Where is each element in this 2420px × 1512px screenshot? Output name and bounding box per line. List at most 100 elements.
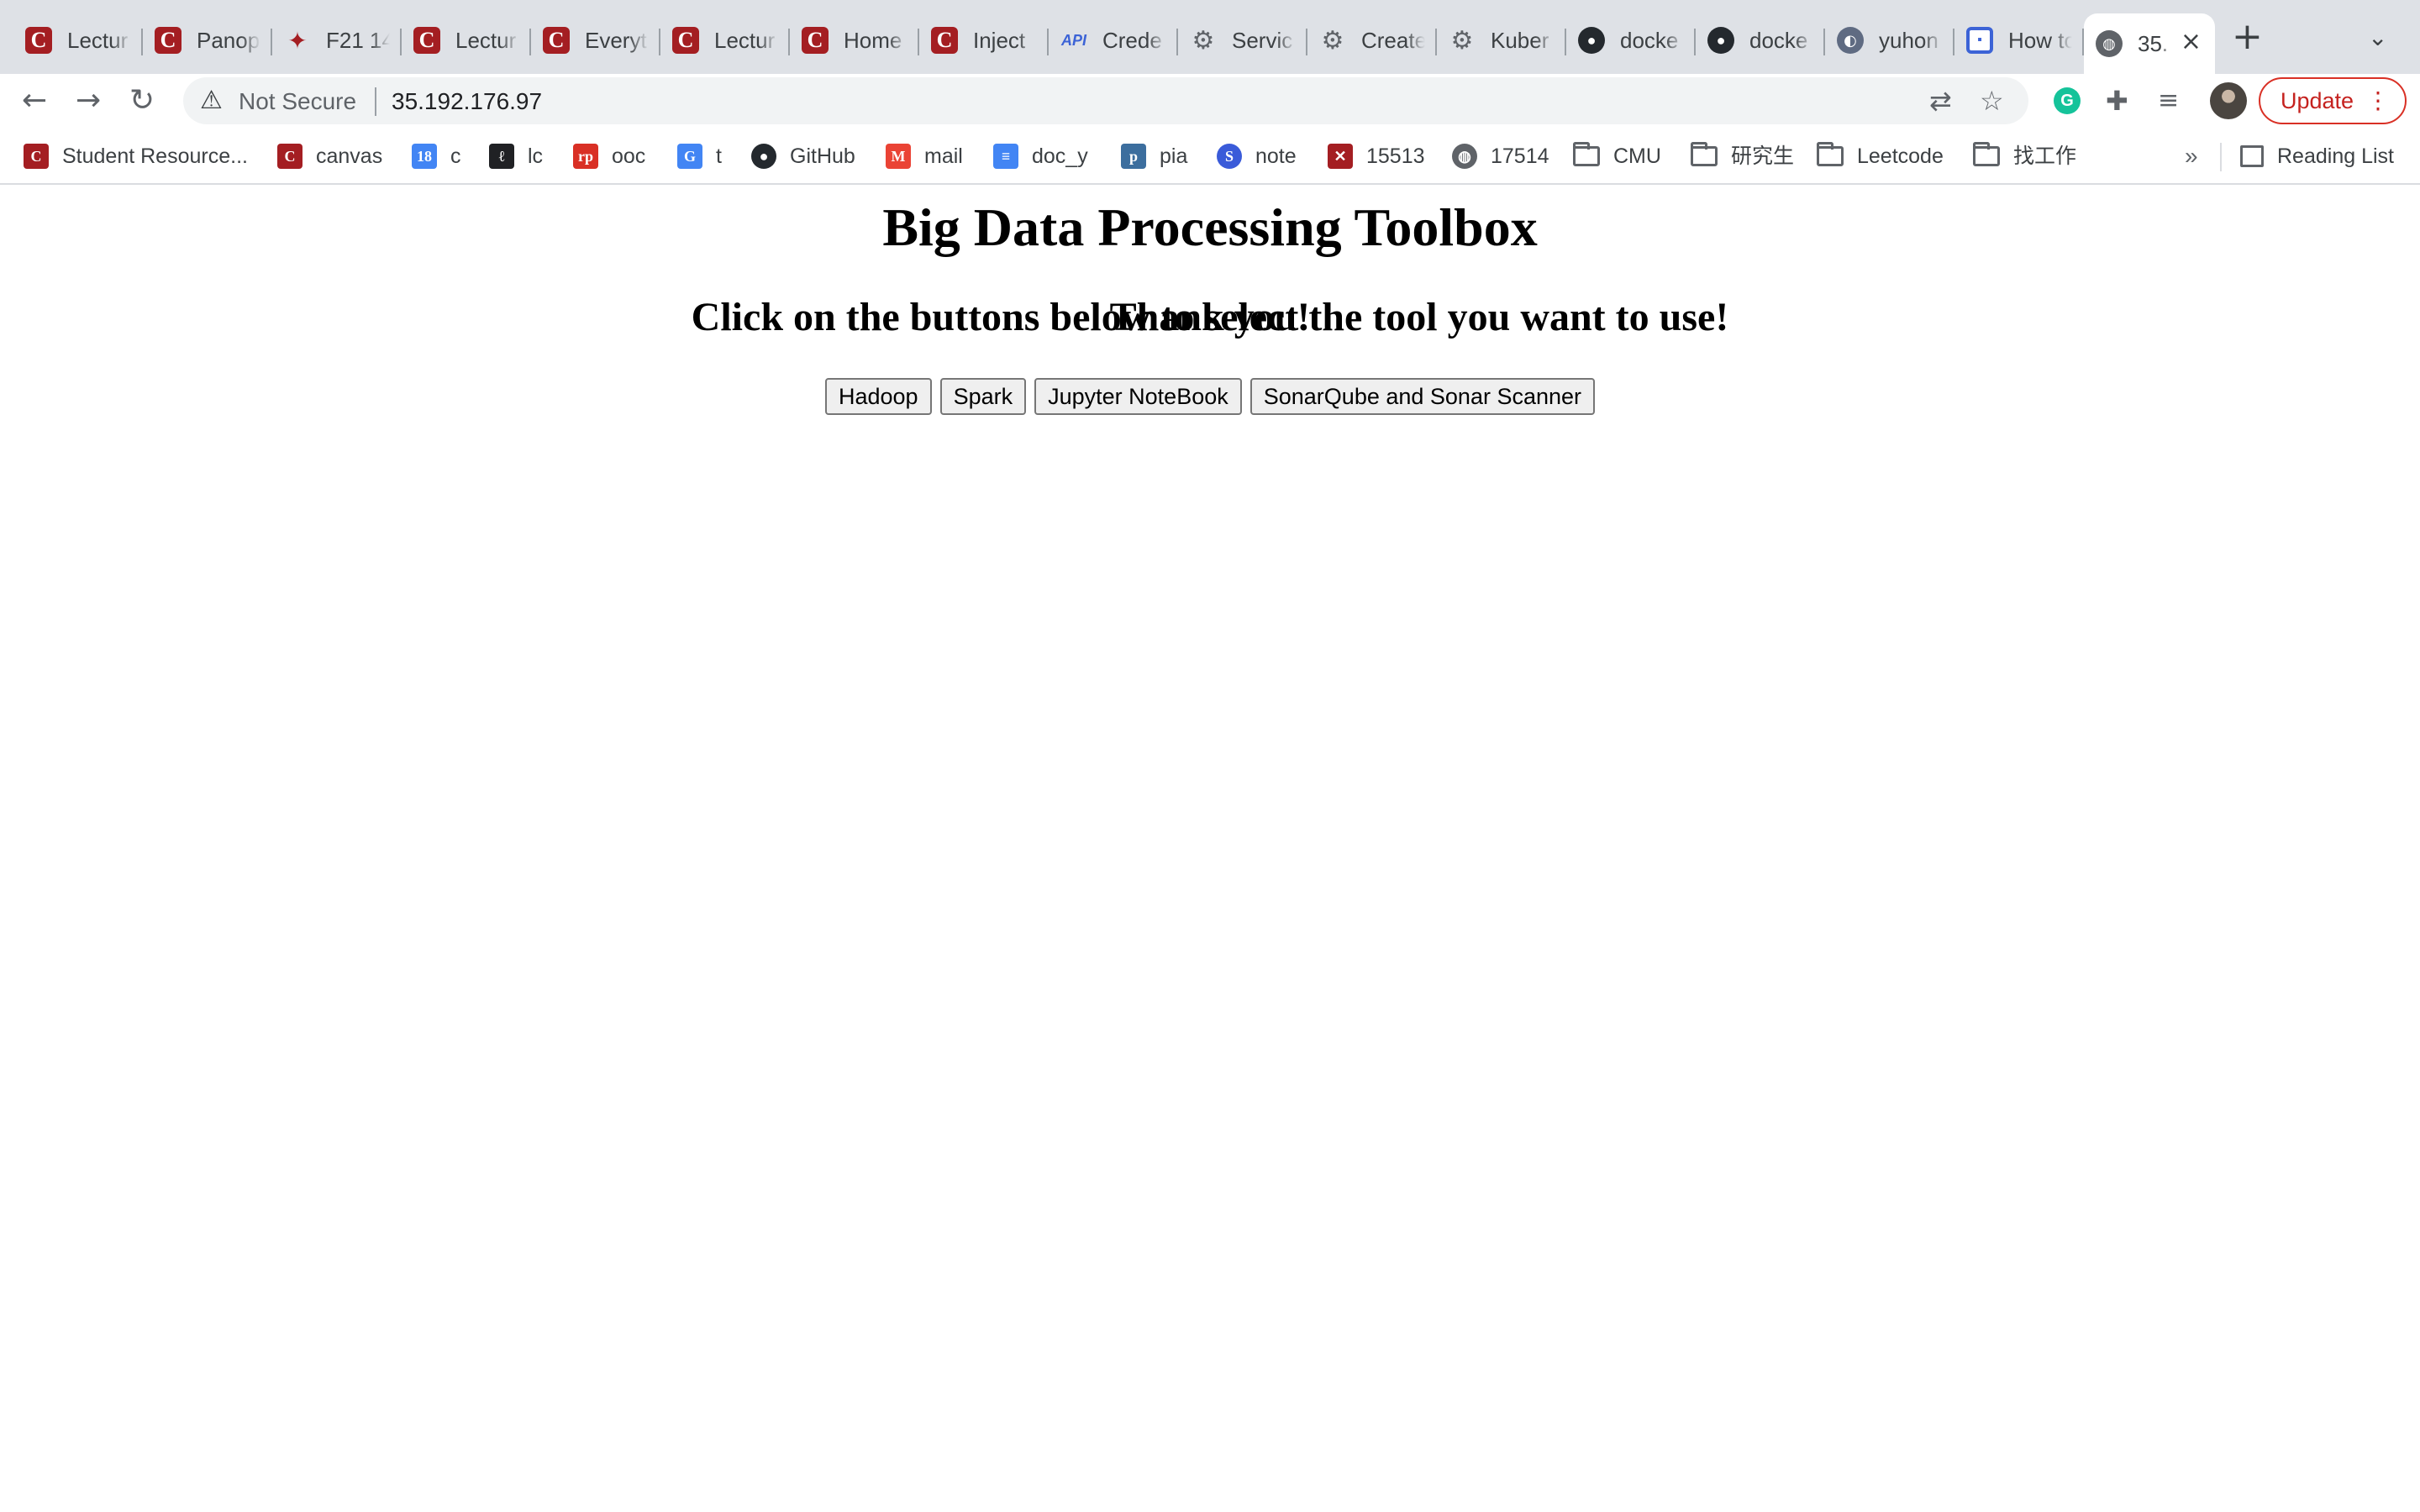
tab-title: Lectur bbox=[714, 27, 776, 53]
tab[interactable]: C Lectur bbox=[402, 13, 531, 67]
jupyter-notebook-button[interactable]: Jupyter NoteBook bbox=[1034, 378, 1242, 415]
tab-title: Create bbox=[1361, 27, 1425, 53]
reload-button[interactable]: ↻ bbox=[129, 86, 155, 116]
profile-avatar[interactable] bbox=[2210, 82, 2247, 119]
tab-title: Lectur bbox=[455, 27, 517, 53]
bookmark-item[interactable]: Leetcode bbox=[1817, 141, 1944, 171]
close-tab-icon[interactable]: × bbox=[2181, 29, 2202, 55]
tab-title: docke bbox=[1749, 27, 1808, 53]
bookmark-item[interactable]: 研究生 bbox=[1691, 141, 1794, 171]
tab-title: Crede bbox=[1102, 27, 1162, 53]
bookmark-item[interactable]: Snote bbox=[1217, 141, 1297, 171]
tab[interactable]: ● docke bbox=[1696, 13, 1825, 67]
bookmark-label: doc_y bbox=[1032, 144, 1088, 168]
tab[interactable]: C Inject bbox=[919, 13, 1049, 67]
bookmark-label: Leetcode bbox=[1857, 144, 1944, 168]
penguin-icon: ◐ bbox=[1837, 27, 1864, 54]
bookmark-label: Student Resource... bbox=[62, 144, 248, 168]
new-tab-button[interactable]: + bbox=[2232, 18, 2263, 55]
url-text[interactable]: 35.192.176.97 bbox=[392, 87, 542, 116]
compass-icon: ✦ bbox=[287, 26, 308, 55]
tab-title: yuhon bbox=[1879, 27, 1939, 53]
bookmark-label: pia bbox=[1160, 144, 1188, 168]
hadoop-button[interactable]: Hadoop bbox=[824, 378, 932, 415]
tab[interactable]: ● docke bbox=[1566, 13, 1696, 67]
grammarly-extension-icon[interactable]: G bbox=[2054, 87, 2081, 114]
cmu-icon: C bbox=[25, 27, 52, 54]
tab[interactable]: C Home bbox=[790, 13, 919, 67]
bookmark-item[interactable]: CMU bbox=[1573, 141, 1661, 171]
forward-button[interactable]: → bbox=[76, 86, 101, 116]
back-button[interactable]: ← bbox=[22, 86, 47, 116]
thank-you-text: Thank you! bbox=[1109, 295, 1311, 339]
tab-strip: C Lectur C Panop ✦ F21 14 C Lectur C Everyt C Lectu… bbox=[0, 0, 2420, 74]
tab[interactable]: ⚙ Create bbox=[1307, 13, 1437, 67]
media-control-icon[interactable]: ≡ bbox=[2158, 86, 2179, 116]
translate-icon: G bbox=[677, 144, 702, 169]
folder-icon bbox=[1973, 142, 2000, 166]
tab[interactable]: ▪ How to bbox=[1954, 13, 2084, 67]
tab-title: 35. bbox=[2138, 30, 2169, 56]
more-bookmarks-button[interactable]: » bbox=[2185, 141, 2198, 171]
bookmark-item[interactable]: ✕ 15513 bbox=[1328, 141, 1425, 171]
doc-icon: ▪ bbox=[1966, 27, 1993, 54]
bookmark-star-icon[interactable]: ☆ bbox=[1980, 86, 2004, 116]
tab-title: How to bbox=[2008, 27, 2072, 53]
bookmark-item[interactable]: ℓ lc bbox=[489, 141, 543, 171]
bookmark-item[interactable]: rp ooc bbox=[573, 141, 645, 171]
cmu-icon: C bbox=[24, 144, 49, 169]
warning-icon[interactable]: ⚠ bbox=[200, 84, 223, 118]
reading-list-button[interactable]: Reading List bbox=[2240, 141, 2394, 171]
bookmark-item[interactable]: p pia bbox=[1121, 141, 1187, 171]
page-title: Big Data Processing Toolbox bbox=[882, 197, 1538, 257]
update-button[interactable]: Update ⋮ bbox=[2259, 77, 2407, 124]
tab-title: Home bbox=[844, 27, 902, 53]
tab[interactable]: C Everyt bbox=[531, 13, 660, 67]
tab[interactable]: C Lectur bbox=[660, 13, 790, 67]
bookmark-item[interactable]: 找工作 bbox=[1973, 141, 2076, 171]
folder-icon bbox=[1817, 142, 1844, 166]
cmu-icon: C bbox=[413, 27, 440, 54]
bookmark-item[interactable]: Gt bbox=[677, 141, 722, 171]
cmu-icon: C bbox=[543, 27, 570, 54]
security-label[interactable]: Not Secure bbox=[239, 87, 356, 116]
reading-list-icon bbox=[2240, 145, 2264, 167]
bookmark-item[interactable]: ◍ 17514 bbox=[1452, 141, 1549, 171]
address-bar[interactable]: ⚠ Not Secure 35.192.176.97 ⇄ ☆ bbox=[183, 77, 2028, 124]
bookmark-label: mail bbox=[924, 144, 963, 168]
extensions-puzzle-icon[interactable]: ✚ bbox=[2106, 86, 2128, 116]
tab[interactable]: C Panop bbox=[143, 13, 272, 67]
bookmark-item[interactable]: C Student Resource... bbox=[24, 141, 248, 171]
tab[interactable]: ⚙ Servic bbox=[1178, 13, 1307, 67]
tab-active[interactable]: ◍ 35. × bbox=[2084, 13, 2215, 74]
bookmark-label: note bbox=[1255, 144, 1297, 168]
tab-title: F21 14 bbox=[326, 27, 390, 53]
tab[interactable]: C Lectur bbox=[13, 13, 143, 67]
cmu-icon: C bbox=[931, 27, 958, 54]
translate-icon[interactable]: ⇄ bbox=[1929, 86, 1952, 116]
tab[interactable]: ◐ yuhon bbox=[1825, 13, 1954, 67]
sonarqube-button[interactable]: SonarQube and Sonar Scanner bbox=[1249, 378, 1596, 415]
tab-title: Panop bbox=[197, 27, 260, 53]
tab[interactable]: ⚙ Kuber bbox=[1437, 13, 1566, 67]
cmu-icon: C bbox=[155, 27, 182, 54]
browser-toolbar: ← → ↻ ⚠ Not Secure 35.192.176.97 ⇄ ☆ G ✚… bbox=[0, 74, 2420, 128]
spark-button[interactable]: Spark bbox=[939, 378, 1027, 415]
github-icon: ● bbox=[1707, 27, 1734, 54]
tab-title: Inject bbox=[973, 27, 1026, 53]
tab-search-icon[interactable]: ⌄ bbox=[2368, 24, 2387, 51]
note-icon: S bbox=[1217, 144, 1242, 169]
bookmark-label: t bbox=[716, 144, 722, 168]
gmail-icon: M bbox=[886, 144, 911, 169]
bookmarks-bar: » Reading List C Student Resource... Ccanv… bbox=[0, 128, 2420, 185]
cmu-icon: C bbox=[802, 27, 829, 54]
bookmark-item[interactable]: Ccanvas bbox=[277, 141, 382, 171]
bird-icon: ✕ bbox=[1328, 144, 1353, 169]
tool-button-group: Hadoop Spark Jupyter NoteBook SonarQube … bbox=[0, 378, 2420, 415]
tab[interactable]: API Crede bbox=[1049, 13, 1178, 67]
bookmark-item[interactable]: Mmail bbox=[886, 141, 963, 171]
bookmark-item[interactable]: ● GitHub bbox=[751, 141, 855, 171]
bookmark-item[interactable]: 18 c bbox=[412, 141, 461, 171]
tab[interactable]: ✦ F21 14 bbox=[272, 13, 402, 67]
bookmark-item[interactable]: ≡ doc_y bbox=[993, 141, 1088, 171]
